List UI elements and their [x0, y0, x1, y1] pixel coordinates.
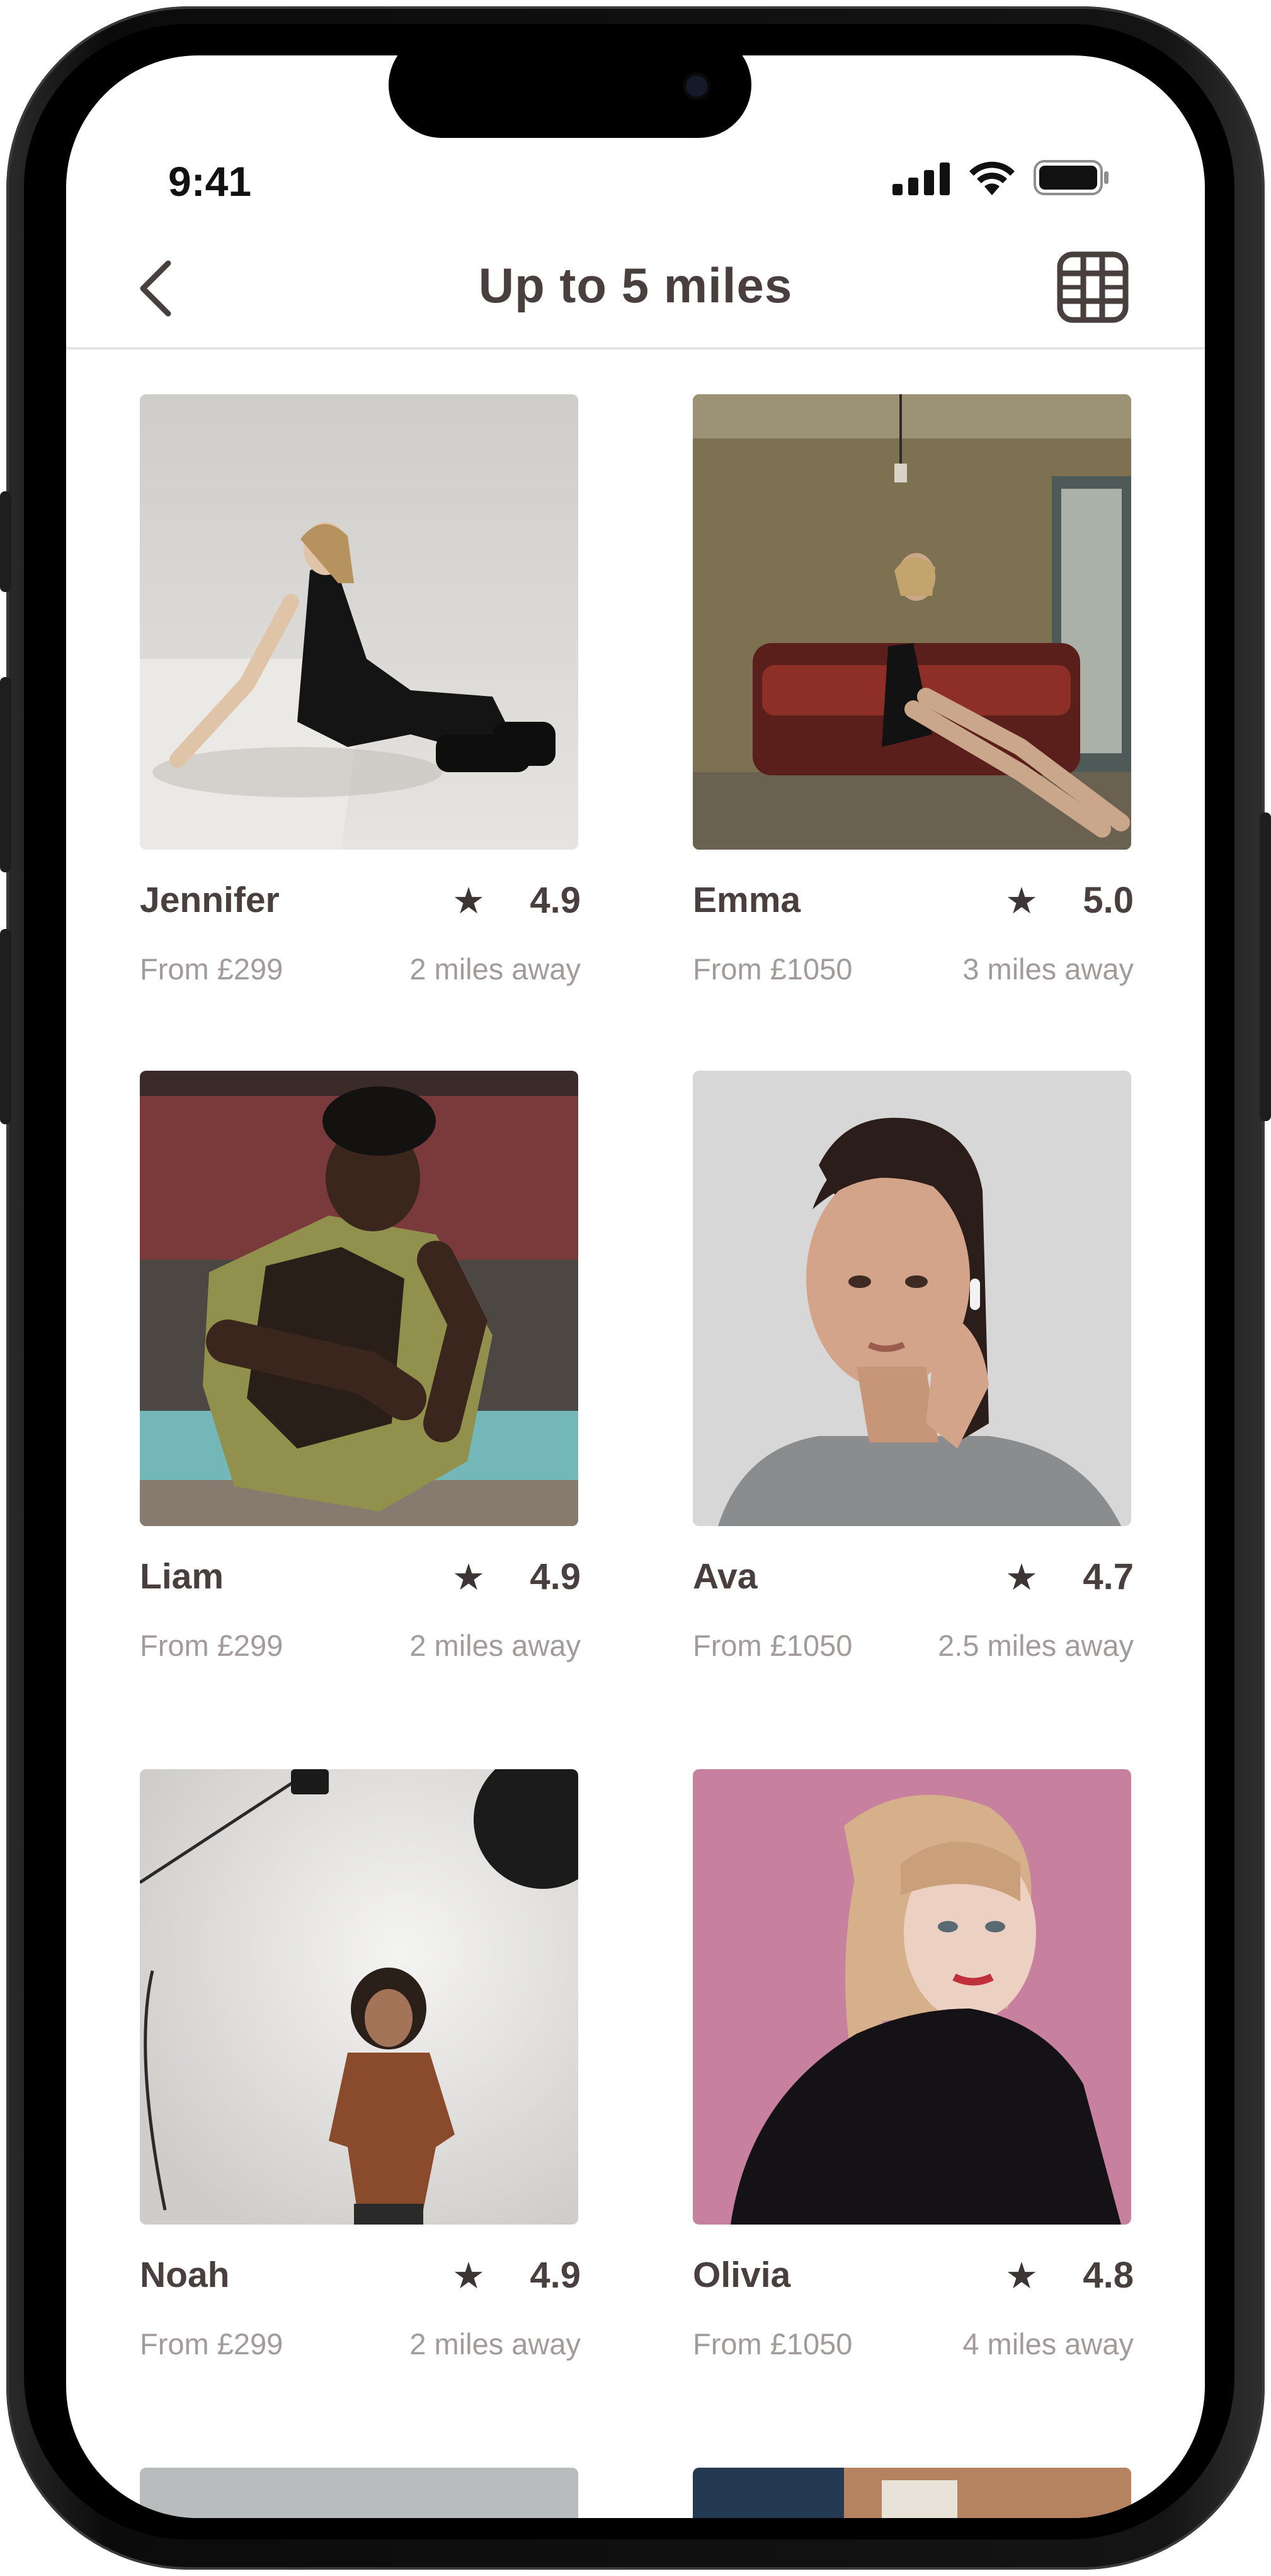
profile-photo[interactable]: [140, 394, 578, 850]
profile-price: From £1050: [693, 952, 853, 986]
profile-rating: 4.9: [530, 2255, 581, 2296]
profile-price: From £1050: [693, 2327, 853, 2361]
profile-distance: 2 miles away: [409, 952, 581, 986]
nav-divider: [66, 347, 1205, 350]
profile-rating: 5.0: [1083, 880, 1134, 921]
profile-photo[interactable]: [693, 1769, 1131, 2225]
profile-name: Jennifer: [140, 880, 280, 920]
star-icon: ★: [1005, 2255, 1038, 2296]
star-icon: ★: [452, 1557, 485, 1598]
profile-name: Noah: [140, 2255, 230, 2295]
star-icon: ★: [1005, 1557, 1038, 1598]
profile-distance: 3 miles away: [962, 952, 1134, 986]
profile-photo-partial[interactable]: [693, 2468, 1131, 2518]
profile-rating: 4.7: [1083, 1556, 1134, 1597]
profile-photo[interactable]: [140, 1071, 578, 1526]
front-camera: [686, 76, 707, 97]
star-icon: ★: [452, 2255, 485, 2296]
top-navigation: Up to 5 miles: [66, 232, 1205, 345]
profile-price: From £299: [140, 952, 283, 986]
profile-rating: 4.8: [1083, 2255, 1134, 2296]
grid-view-icon: [1057, 251, 1129, 323]
profile-name: Olivia: [693, 2255, 791, 2295]
profile-rating: 4.9: [530, 880, 581, 921]
profile-photo[interactable]: [140, 1769, 578, 2225]
star-icon: ★: [1005, 881, 1038, 921]
screen: 9:41 Up to 5 miles Jennifer ★ 4.9 From £…: [66, 55, 1205, 2518]
power-button: [1260, 812, 1271, 1121]
volume-up-button: [0, 677, 11, 872]
profile-name: Liam: [140, 1556, 224, 1597]
profile-photo[interactable]: [693, 394, 1131, 850]
view-toggle-button[interactable]: [1055, 249, 1131, 325]
status-time: 9:41: [168, 158, 252, 205]
profile-price: From £1050: [693, 1629, 853, 1662]
profile-price: From £299: [140, 2327, 283, 2361]
profile-price: From £299: [140, 1629, 283, 1662]
profile-distance: 2.5 miles away: [938, 1629, 1134, 1662]
profile-name: Emma: [693, 880, 801, 920]
star-icon: ★: [452, 881, 485, 921]
wifi-icon: [969, 161, 1015, 195]
profile-distance: 2 miles away: [409, 1629, 581, 1662]
profile-name: Ava: [693, 1556, 758, 1597]
profile-rating: 4.9: [530, 1556, 581, 1597]
mute-switch: [0, 491, 11, 592]
battery-icon: [1034, 160, 1109, 195]
profile-distance: 4 miles away: [962, 2327, 1134, 2361]
profile-photo-partial[interactable]: [140, 2468, 578, 2518]
profile-photo[interactable]: [693, 1071, 1131, 1526]
page-title: Up to 5 miles: [478, 258, 793, 313]
volume-down-button: [0, 929, 11, 1124]
profile-distance: 2 miles away: [409, 2327, 581, 2361]
status-icons: [892, 160, 1110, 195]
cellular-signal-icon: [892, 162, 950, 195]
